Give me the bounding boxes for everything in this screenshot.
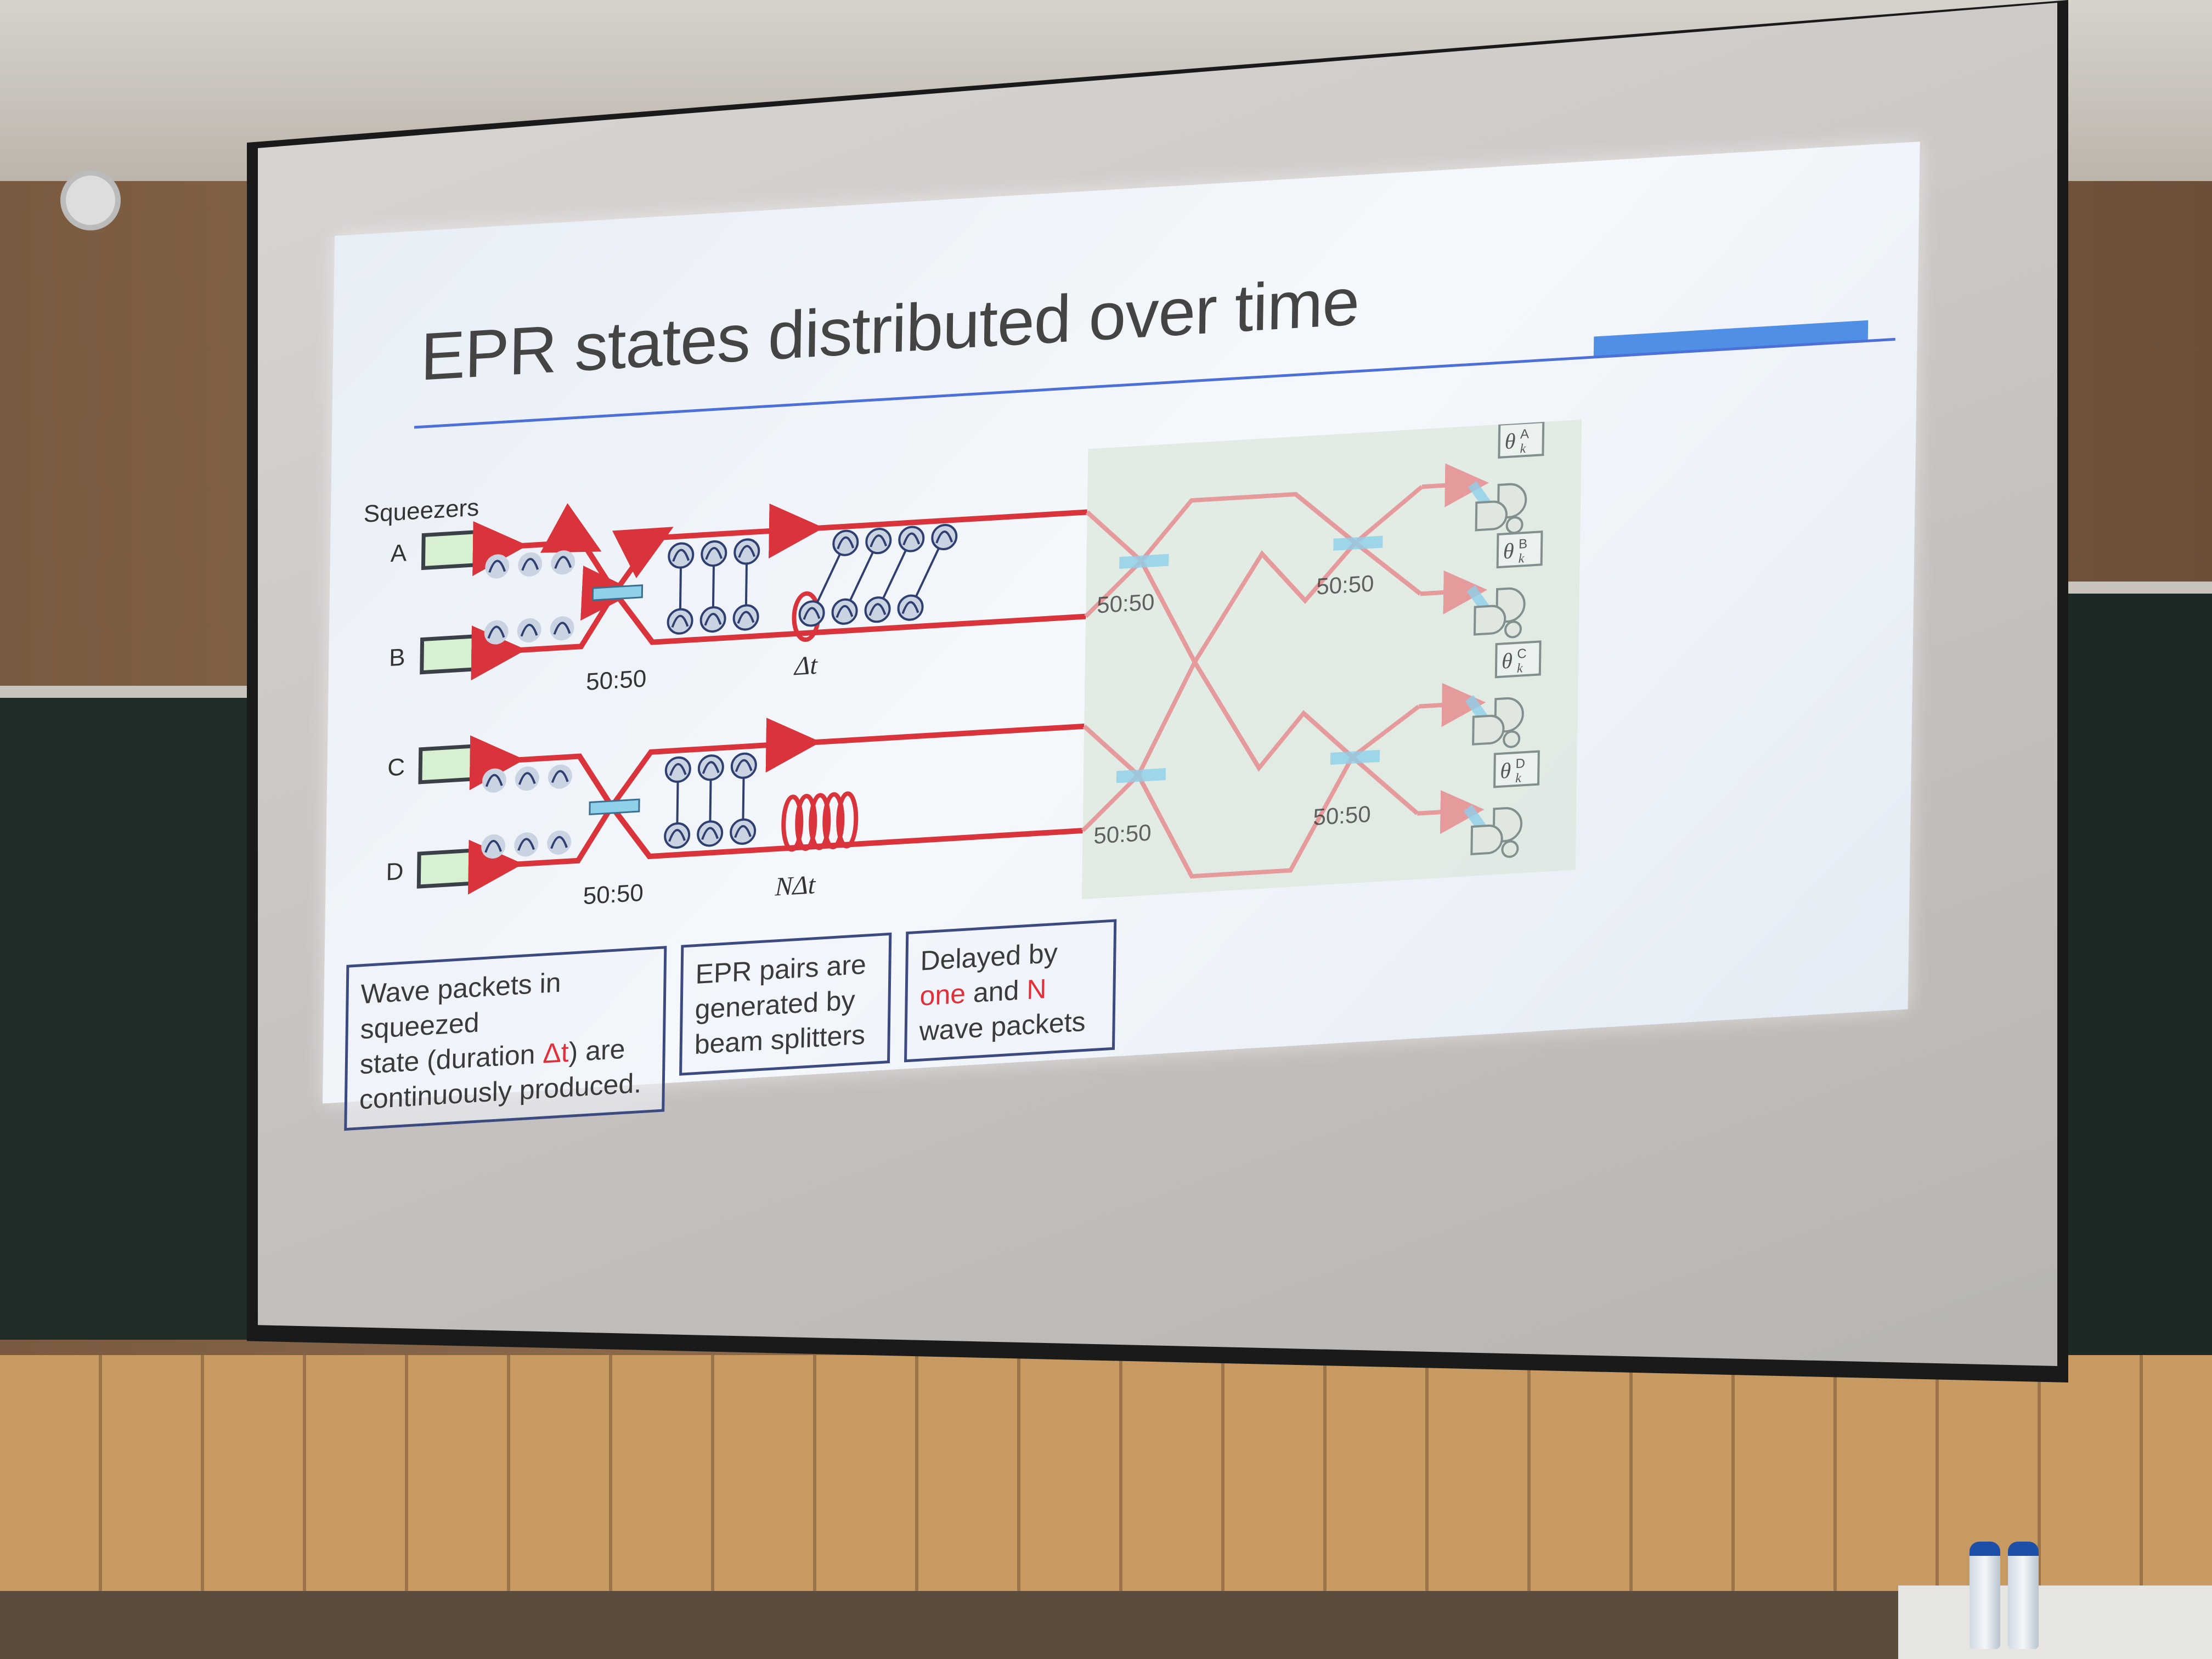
label-d: D [386, 858, 403, 886]
delay-n-label: NΔt [774, 870, 816, 902]
svg-text:θ: θ [1502, 648, 1513, 673]
slide: EPR states distributed over time Squeeze… [322, 142, 1920, 1131]
squeezer-a [421, 529, 481, 571]
svg-text:B: B [1519, 537, 1527, 552]
optical-circuit-diagram: Squeezers A B C D 50:50 50:50 Δt NΔt 50:… [364, 414, 1582, 910]
water-bottle-icon [1970, 1542, 2000, 1649]
delayed-pairs [799, 524, 956, 627]
svg-text:k: k [1517, 661, 1523, 676]
splitter-label-r1: 50:50 [1097, 589, 1155, 618]
wood-paneling [0, 1355, 2212, 1607]
svg-text:θ: θ [1500, 758, 1511, 783]
chalkboard-left [0, 686, 258, 1340]
label-b: B [389, 644, 405, 672]
svg-text:C: C [1517, 646, 1527, 662]
splitter-label-r3: 50:50 [1093, 820, 1152, 849]
splitter-label-r4: 50:50 [1313, 801, 1371, 830]
svg-text:A: A [1520, 427, 1529, 442]
squeezers-label: Squeezers [364, 494, 479, 527]
splitter-label-r2: 50:50 [1316, 570, 1374, 599]
security-camera-icon [60, 170, 121, 230]
wave-packets-d [481, 830, 572, 859]
lectern-desk [1898, 1585, 2212, 1659]
label-a: A [390, 539, 407, 567]
svg-text:k: k [1519, 551, 1525, 566]
delay-coil-n [781, 791, 859, 852]
beam-splitter-ab [591, 584, 644, 601]
splitter-label-ab: 50:50 [586, 665, 647, 696]
squeezer-c [418, 744, 478, 785]
caption-squeezed-state: Wave packets in squeezed state (duration… [344, 946, 667, 1131]
slide-title: EPR states distributed over time [420, 263, 1360, 394]
water-bottle-icon [2008, 1542, 2039, 1649]
epr-pairs-cd [665, 753, 756, 848]
svg-text:θ: θ [1504, 428, 1515, 454]
wave-packets-c [482, 764, 573, 793]
squeezer-d [416, 848, 476, 889]
svg-text:D: D [1515, 756, 1525, 771]
floor [0, 1591, 2212, 1659]
wave-packets-b [484, 616, 574, 645]
wave-packets-a [485, 550, 575, 579]
title-accent-bar [1593, 320, 1869, 357]
splitter-label-cd: 50:50 [583, 879, 644, 910]
caption-delay: Delayed by one and N wave packets [904, 919, 1117, 1063]
squeezer-b [420, 634, 479, 675]
caption-epr-pairs: EPR pairs are generated by beam splitter… [679, 932, 892, 1076]
delay-one-label: Δt [793, 651, 819, 681]
svg-text:θ: θ [1503, 538, 1514, 563]
svg-text:k: k [1520, 442, 1526, 456]
label-c: C [387, 754, 405, 782]
beam-splitter-cd [589, 798, 640, 816]
svg-text:k: k [1515, 771, 1522, 786]
epr-pairs-ab [668, 539, 759, 634]
